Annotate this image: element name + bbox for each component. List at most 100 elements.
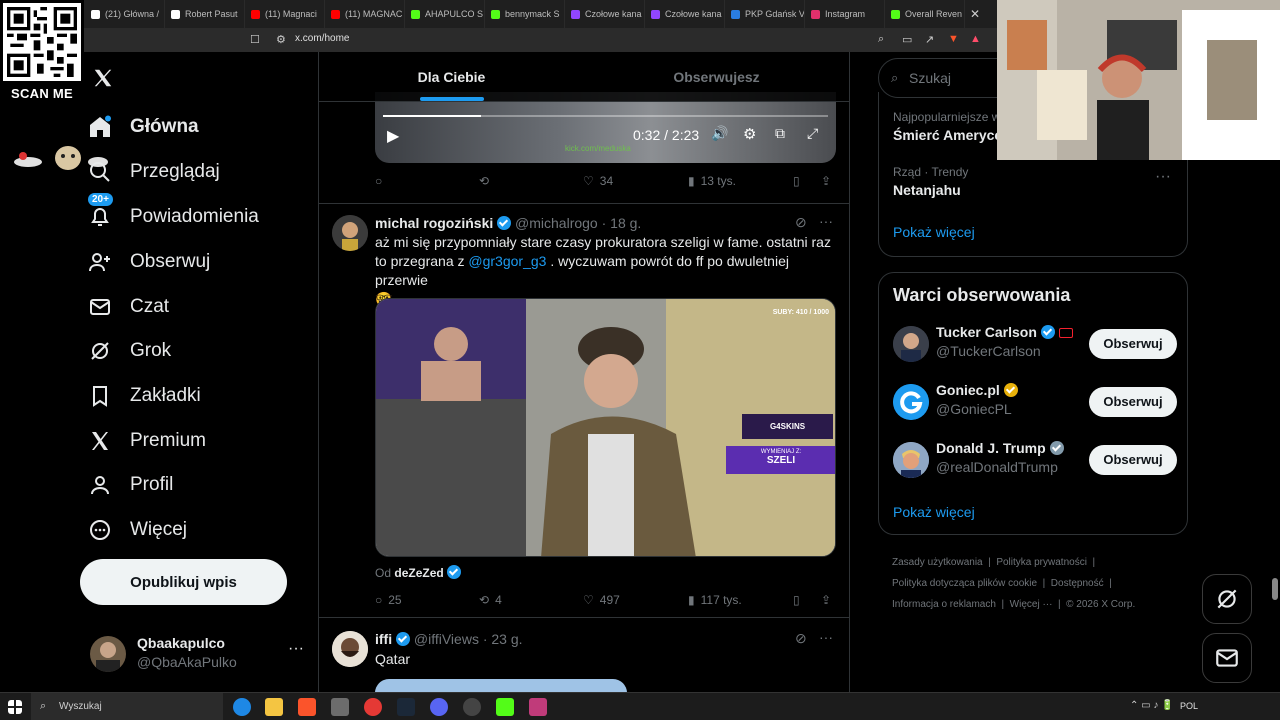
follow-suggestion[interactable]: Goniec.pl @GoniecPL Obserwuj [893,380,1177,424]
post-media-image[interactable] [375,679,627,692]
browser-tab[interactable]: (21) Główna / [85,0,165,28]
nav-item-chat[interactable]: Czat [88,289,169,325]
more-dots-icon[interactable]: ··· [288,640,304,658]
publish-button[interactable]: Opublikuj wpis [80,559,287,605]
account-switcher[interactable]: Qbaakapulco @QbaAkaPulko ··· [90,632,310,676]
bookmark-icon[interactable]: ▯ [793,174,800,188]
follow-suggestion[interactable]: Donald J. Trump @realDonaldTrump Obserwu… [893,438,1177,482]
steam-icon[interactable] [397,698,415,716]
browser-tab[interactable]: Robert Pasut [165,0,245,28]
reply-button[interactable]: ○ 25 [375,593,402,607]
nav-item-more[interactable]: Więcej [88,512,187,548]
pip-icon[interactable]: ⧉ [775,125,785,142]
reply-icon[interactable]: ○ [375,174,382,188]
share-icon[interactable]: ⇪ [821,593,831,607]
post[interactable]: iffi @iffiViews · 23 g. ⊘ ··· Qatar [319,619,849,692]
obs-icon[interactable] [463,698,481,716]
system-tray-icons[interactable]: ⌃ ▭ ♪ 🔋 [1130,700,1174,711]
settings-gear-icon[interactable]: ⚙ [743,125,756,143]
trend-item[interactable]: Najpopularniejsze w Śmierć Ameryce [893,110,1002,143]
brave-browser-icon[interactable] [298,698,316,716]
browser-tab[interactable]: Overall Reven [885,0,965,28]
browser-tab[interactable]: (11) MAGNAC [325,0,405,28]
app-icon[interactable] [331,698,349,716]
views-button[interactable]: ▮ 117 tys. [688,593,742,607]
follow-button[interactable]: Obserwuj [1089,445,1177,475]
page-scrollbar[interactable] [1272,578,1278,600]
bookmark-icon[interactable]: ▯ [793,593,800,607]
browser-tab[interactable]: (11) Magnaci [245,0,325,28]
url-text[interactable]: x.com/home [295,33,349,44]
footer-link[interactable]: Dostępność [1051,578,1104,589]
app-icon[interactable] [529,698,547,716]
windows-start-icon[interactable] [8,700,22,714]
show-more-link[interactable]: Pokaż więcej [893,224,975,240]
show-more-link[interactable]: Pokaż więcej [893,504,975,520]
nav-item-explore[interactable]: Przeglądaj [88,154,220,190]
repost-button[interactable]: ⟲ 4 [479,593,502,607]
language-indicator[interactable]: POL [1180,701,1198,711]
grok-icon[interactable]: ⊘ [795,630,807,647]
zoom-icon[interactable]: ⌕ [878,33,884,46]
like-button[interactable]: ♡ 497 [583,593,620,607]
mention-link[interactable]: @gr3gor_g3 [468,253,546,269]
more-dots-icon[interactable]: ··· [819,629,833,645]
browser-tab[interactable]: Czołowe kana [565,0,645,28]
post-time[interactable]: · 23 g. [483,631,523,647]
more-dots-icon[interactable]: ··· [1155,168,1171,186]
like-button[interactable]: ♡ 34 [583,174,613,188]
bookmark-page-icon[interactable]: ☐ [250,33,260,46]
browser-tab[interactable]: bennymack S [485,0,565,28]
post-media-video[interactable]: SUBY: 410 / 1000 G4SKINS WYMIENIAJ Z: SZ… [375,298,836,557]
nav-item-premium[interactable]: Premium [88,423,206,459]
edge-icon[interactable] [233,698,251,716]
brave-shield-icon[interactable]: ▼ [948,33,959,45]
nav-item-grok[interactable]: Grok [88,333,171,369]
volume-icon[interactable]: 🔊 [711,125,728,142]
browser-tab[interactable]: Instagram [805,0,885,28]
follow-suggestion[interactable]: Tucker Carlson @TuckerCarlson Obserwuj [893,322,1177,366]
video-scrubber[interactable] [383,115,828,117]
footer-link[interactable]: Polityka prywatności [996,557,1087,568]
author-handle[interactable]: @iffiViews [414,631,479,647]
repost-icon[interactable]: ⟲ [479,174,489,188]
author-name[interactable]: iffi [375,631,392,647]
brave-rewards-icon[interactable]: ▲ [970,33,981,45]
play-icon[interactable]: ▶ [387,126,399,146]
cast-icon[interactable]: ▭ [902,33,912,46]
footer-link[interactable]: Zasady użytkowania [892,557,983,568]
follow-button[interactable]: Obserwuj [1089,329,1177,359]
close-tab-icon[interactable]: ✕ [965,7,985,21]
post[interactable]: michal rogoziński @michalrogo · 18 g. ⊘ … [319,205,849,618]
nav-item-follow[interactable]: Obserwuj [88,244,210,280]
tab-following[interactable]: Obserwujesz [584,52,849,101]
footer-link[interactable]: Więcej ··· [1010,599,1053,610]
more-dots-icon[interactable]: ··· [819,213,833,229]
nav-item-profile[interactable]: Profil [88,467,173,503]
source-name[interactable]: deZeZed [394,566,443,580]
browser-tab[interactable]: Czołowe kana [645,0,725,28]
author-name[interactable]: michal rogoziński [375,215,493,231]
nav-item-bookmarks[interactable]: Zakładki [88,378,201,414]
nav-item-home[interactable]: Główna [88,109,199,145]
browser-tab[interactable]: AHAPULCO S [405,0,485,28]
footer-link[interactable]: Polityka dotycząca plików cookie [892,578,1037,589]
chrome-icon[interactable] [364,698,382,716]
discord-icon[interactable] [430,698,448,716]
nav-item-notifications[interactable]: Powiadomienia 20+ [88,193,259,235]
views-button[interactable]: ▮ 13 tys. [688,174,736,188]
trend-item[interactable]: Rząd · Trendy Netanjahu [893,165,968,198]
file-explorer-icon[interactable] [265,698,283,716]
fullscreen-icon[interactable]: ⤢ [807,125,818,142]
grok-icon[interactable]: ⊘ [795,214,807,231]
share-icon[interactable]: ↗ [925,33,934,46]
footer-link[interactable]: Informacja o reklamach [892,599,996,610]
follow-button[interactable]: Obserwuj [1089,387,1177,417]
avatar[interactable] [332,631,368,667]
kick-app-icon[interactable] [496,698,514,716]
tab-for-you[interactable]: Dla Ciebie [319,52,584,101]
taskbar-search[interactable]: ⌕ Wyszukaj [31,693,223,720]
avatar[interactable] [332,215,368,251]
author-handle[interactable]: @michalrogo [515,215,598,231]
browser-tab[interactable]: PKP Gdańsk V [725,0,805,28]
